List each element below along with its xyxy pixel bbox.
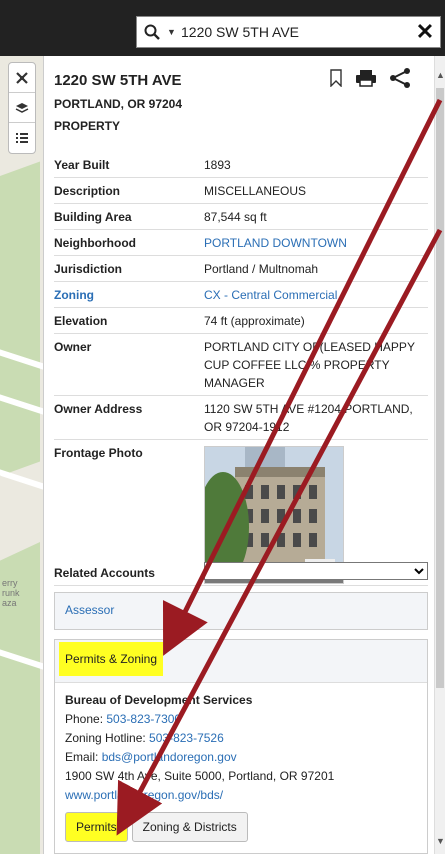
detail-key: Description [54, 177, 204, 204]
permits-button[interactable]: Permits [65, 812, 128, 842]
detail-value: 1120 SW 5TH AVE #1204 PORTLAND, OR 97204… [204, 395, 428, 440]
layers-icon[interactable] [9, 93, 35, 123]
map-park-area [0, 161, 40, 491]
detail-key: Jurisdiction [54, 255, 204, 282]
detail-key: Owner [54, 333, 204, 396]
detail-row: Year Built 1893 [54, 152, 428, 178]
detail-key: Elevation [54, 307, 204, 334]
list-icon[interactable] [9, 123, 35, 153]
bds-address: 1900 SW 4th Ave, Suite 5000, Portland, O… [65, 769, 335, 783]
phone-label: Phone: [65, 712, 107, 726]
detail-value[interactable]: CX - Central Commercial [204, 281, 428, 308]
property-details: Year Built 1893 Description MISCELLANEOUS Bu… [54, 152, 428, 587]
detail-value: 87,544 sq ft [204, 203, 428, 230]
scrollbar-thumb[interactable] [436, 88, 444, 688]
permits-buttons: Permits Zoning & Districts [65, 812, 248, 842]
close-icon[interactable]: ✕ [410, 17, 440, 47]
panel-scrollbar[interactable]: ▲ ▼ [434, 56, 445, 854]
detail-value: PORTLAND CITY OF(LEASED HAPPY CUP COFFEE… [204, 333, 428, 396]
detail-row: Jurisdiction Portland / Multnomah [54, 255, 428, 282]
map-label-line: erry [2, 578, 18, 588]
property-city: PORTLAND, OR 97204 [54, 97, 183, 111]
assessor-accordion[interactable]: Assessor [54, 592, 428, 630]
zoning-districts-button[interactable]: Zoning & Districts [131, 812, 248, 842]
search-box: ▼ ✕ [136, 16, 441, 48]
property-header: 1220 SW 5TH AVE PORTLAND, OR 97204 PROPE… [54, 72, 182, 133]
permits-zoning-title[interactable]: Permits & Zoning [59, 642, 164, 676]
detail-key: Year Built [54, 152, 204, 178]
bds-website-link[interactable]: www.portlandoregon.gov/bds/ [65, 786, 417, 805]
assessor-title[interactable]: Assessor [55, 593, 427, 627]
scroll-down-icon[interactable]: ▼ [435, 836, 445, 850]
detail-row: Description MISCELLANEOUS [54, 177, 428, 204]
detail-row: Building Area 87,544 sq ft [54, 203, 428, 230]
detail-row: Owner Address 1120 SW 5TH AVE #1204 PORTL… [54, 395, 428, 440]
detail-row: Elevation 74 ft (approximate) [54, 307, 428, 334]
search-icon[interactable] [137, 24, 167, 40]
detail-value: 74 ft (approximate) [204, 307, 428, 334]
map-tools [8, 62, 36, 154]
bds-contact: Bureau of Development Services Phone: 50… [55, 683, 427, 813]
related-accounts-select[interactable] [204, 562, 428, 580]
bds-phone-row: Phone: 503-823-7300 [65, 710, 417, 729]
detail-row: Owner PORTLAND CITY OF(LEASED HAPPY CUP C… [54, 333, 428, 396]
top-bar: ▼ ✕ [0, 0, 445, 56]
share-icon[interactable] [389, 68, 411, 91]
hotline-link[interactable]: 503-823-7526 [149, 731, 224, 745]
bds-email-row: Email: bds@portlandoregon.gov [65, 748, 417, 767]
permits-accordion: Permits & Zoning Bureau of Development S… [54, 639, 428, 854]
hotline-label: Zoning Hotline: [65, 731, 150, 745]
detail-value: 1893 [204, 152, 428, 178]
scroll-up-icon[interactable]: ▲ [435, 70, 445, 84]
print-icon[interactable] [355, 69, 377, 90]
detail-row: Zoning CX - Central Commercial [54, 281, 428, 308]
caret-down-icon[interactable]: ▼ [167, 27, 181, 37]
email-label: Email: [65, 750, 102, 764]
related-accounts-label: Related Accounts [54, 566, 155, 580]
property-address: 1220 SW 5TH AVE [54, 72, 182, 89]
pin-off-icon[interactable] [9, 63, 35, 93]
detail-key: Neighborhood [54, 229, 204, 256]
detail-row: Neighborhood PORTLAND DOWNTOWN [54, 229, 428, 256]
bds-hotline-row: Zoning Hotline: 503-823-7526 [65, 729, 417, 748]
detail-value[interactable]: PORTLAND DOWNTOWN [204, 229, 428, 256]
detail-value: MISCELLANEOUS [204, 177, 428, 204]
property-panel: 1220 SW 5TH AVE PORTLAND, OR 97204 PROPE… [43, 56, 434, 854]
map-label-line: runk [2, 588, 20, 598]
detail-value: Portland / Multnomah [204, 255, 428, 282]
permits-accordion-header[interactable]: Permits & Zoning [55, 640, 427, 683]
email-link[interactable]: bds@portlandoregon.gov [102, 750, 237, 764]
map-label-line: aza [2, 598, 17, 608]
detail-key: Building Area [54, 203, 204, 230]
property-actions [329, 68, 411, 91]
phone-link[interactable]: 503-823-7300 [106, 712, 181, 726]
property-type: PROPERTY [54, 119, 121, 133]
bds-org: Bureau of Development Services [65, 693, 253, 707]
search-input[interactable] [181, 18, 391, 46]
bookmark-icon[interactable] [329, 69, 343, 90]
detail-key: Owner Address [54, 395, 204, 440]
map-label: erry runk aza [2, 578, 20, 608]
detail-key[interactable]: Zoning [54, 281, 204, 308]
related-accounts-row: Related Accounts [54, 560, 428, 586]
